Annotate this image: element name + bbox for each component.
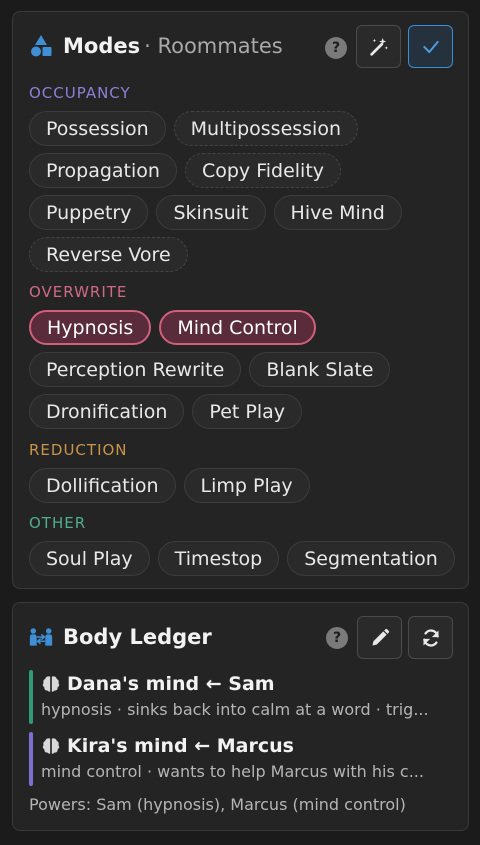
chip-possession[interactable]: Possession bbox=[29, 111, 166, 146]
ledger-entry-description: hypnosis · sinks back into calm at a wor… bbox=[41, 700, 429, 719]
chip-skinsuit[interactable]: Skinsuit bbox=[156, 195, 266, 230]
magic-wand-icon bbox=[368, 36, 390, 58]
magic-wand-button[interactable] bbox=[356, 25, 401, 68]
ledger-entry-title-text: Kira's mind ← Marcus bbox=[67, 735, 294, 757]
chip-dollification[interactable]: Dollification bbox=[29, 468, 176, 503]
chip-row: Perception Rewrite Blank Slate bbox=[29, 352, 391, 387]
edit-button[interactable] bbox=[357, 616, 402, 659]
powers-summary: Powers: Sam (hypnosis), Marcus (mind con… bbox=[29, 795, 406, 814]
refresh-button[interactable] bbox=[408, 616, 453, 659]
ledger-entry[interactable]: Dana's mind ← Sam hypnosis · sinks back … bbox=[29, 670, 459, 724]
chip-row: Dronification Pet Play bbox=[29, 394, 303, 429]
ledger-title: Body Ledger bbox=[63, 625, 212, 649]
section-label-reduction: REDUCTION bbox=[29, 441, 128, 459]
brain-icon bbox=[41, 736, 61, 756]
chip-pet-play[interactable]: Pet Play bbox=[192, 394, 303, 429]
chip-row: Propagation Copy Fidelity bbox=[29, 153, 342, 188]
ledger-header: Body Ledger bbox=[29, 625, 212, 649]
ledger-entry-title-text: Dana's mind ← Sam bbox=[67, 673, 275, 695]
chip-limp-play[interactable]: Limp Play bbox=[183, 468, 310, 503]
modes-subtitle: · Roommates bbox=[144, 34, 283, 58]
chip-puppetry[interactable]: Puppetry bbox=[29, 195, 149, 230]
chip-perception-rewrite[interactable]: Perception Rewrite bbox=[29, 352, 242, 387]
confirm-button[interactable] bbox=[408, 25, 453, 68]
modes-header: Modes · Roommates bbox=[29, 34, 283, 58]
chip-row: Soul Play Timestop Segmentation bbox=[29, 541, 455, 576]
modes-title: Modes bbox=[63, 34, 141, 58]
chip-row: Dollification Limp Play bbox=[29, 468, 310, 503]
modes-panel: Modes · Roommates ? OCCUPANCY Possession… bbox=[12, 11, 469, 589]
ledger-entry-title: Dana's mind ← Sam bbox=[41, 670, 459, 698]
chip-multipossession[interactable]: Multipossession bbox=[173, 111, 358, 146]
body-ledger-panel: Body Ledger ? Dana's mind ← Sam hypnosis… bbox=[12, 602, 469, 831]
modes-help-icon[interactable]: ? bbox=[325, 37, 347, 59]
shapes-icon bbox=[29, 34, 53, 58]
chip-copy-fidelity[interactable]: Copy Fidelity bbox=[184, 153, 342, 188]
check-icon bbox=[421, 37, 441, 57]
chip-soul-play[interactable]: Soul Play bbox=[29, 541, 150, 576]
ledger-entry-description: mind control · wants to help Marcus with… bbox=[41, 762, 424, 781]
ledger-entry-bar bbox=[29, 732, 33, 786]
chip-row: Possession Multipossession bbox=[29, 111, 358, 146]
ledger-entry-title: Kira's mind ← Marcus bbox=[41, 732, 459, 760]
chip-row: Puppetry Skinsuit Hive Mind bbox=[29, 195, 402, 230]
ledger-help-icon[interactable]: ? bbox=[326, 627, 348, 649]
pencil-icon bbox=[370, 628, 390, 648]
ledger-entry-bar bbox=[29, 670, 33, 724]
chip-row: Hypnosis Mind Control bbox=[29, 310, 316, 345]
chip-segmentation[interactable]: Segmentation bbox=[287, 541, 455, 576]
chip-timestop[interactable]: Timestop bbox=[157, 541, 280, 576]
chip-propagation[interactable]: Propagation bbox=[29, 153, 177, 188]
section-label-overwrite: OVERWRITE bbox=[29, 283, 128, 301]
chip-hive-mind[interactable]: Hive Mind bbox=[273, 195, 402, 230]
chip-dronification[interactable]: Dronification bbox=[29, 394, 185, 429]
brain-icon bbox=[41, 674, 61, 694]
chip-row: Reverse Vore bbox=[29, 237, 188, 272]
ledger-entry[interactable]: Kira's mind ← Marcus mind control · want… bbox=[29, 732, 459, 786]
chip-reverse-vore[interactable]: Reverse Vore bbox=[29, 237, 188, 272]
section-label-occupancy: OCCUPANCY bbox=[29, 84, 131, 102]
chip-mind-control[interactable]: Mind Control bbox=[159, 310, 316, 345]
chip-blank-slate[interactable]: Blank Slate bbox=[249, 352, 391, 387]
chip-hypnosis[interactable]: Hypnosis bbox=[29, 310, 152, 345]
section-label-other: OTHER bbox=[29, 514, 87, 532]
refresh-icon bbox=[421, 628, 441, 648]
people-arrows-icon bbox=[29, 625, 53, 649]
